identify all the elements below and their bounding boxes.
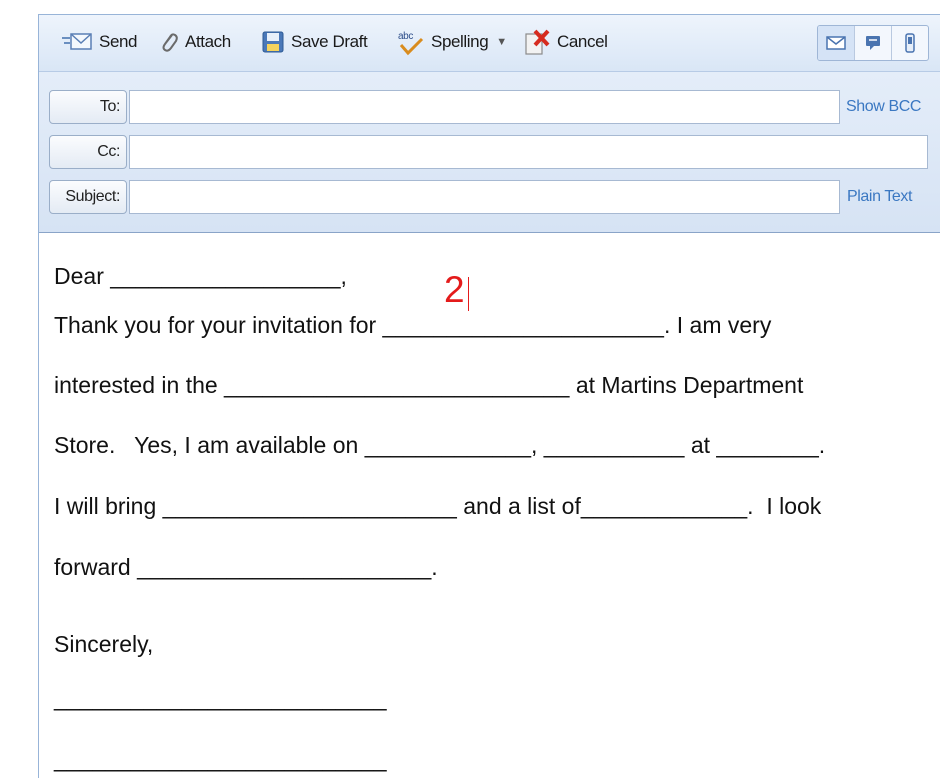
body-line: forward _______________________. bbox=[54, 554, 438, 580]
spelling-button[interactable]: abc Spelling ▼ bbox=[397, 27, 507, 57]
attach-label: Attach bbox=[185, 32, 231, 51]
show-bcc-link[interactable]: Show BCC bbox=[846, 98, 921, 116]
body-line: interested in the ______________________… bbox=[54, 372, 804, 398]
message-body[interactable]: Dear __________________, 2 Thank you for… bbox=[39, 233, 940, 778]
body-line: Thank you for your invitation for ______… bbox=[54, 312, 772, 338]
save-draft-label: Save Draft bbox=[291, 32, 368, 51]
send-icon bbox=[62, 33, 92, 50]
compose-toolbar: Send Attach Save Draft abc Spelling ▼ Ca… bbox=[39, 15, 940, 72]
cancel-label: Cancel bbox=[557, 32, 608, 51]
view-switcher bbox=[817, 25, 929, 61]
cancel-button[interactable]: Cancel bbox=[523, 27, 608, 57]
chevron-down-icon: ▼ bbox=[496, 36, 507, 48]
svg-text:abc: abc bbox=[398, 31, 413, 42]
signature-line: __________________________ bbox=[54, 685, 387, 711]
send-button[interactable]: Send bbox=[61, 27, 138, 57]
paperclip-icon bbox=[162, 33, 178, 52]
floppy-disk-icon bbox=[262, 31, 284, 53]
attach-button[interactable]: Attach bbox=[159, 27, 231, 57]
send-label: Send bbox=[99, 32, 138, 51]
cc-field[interactable] bbox=[129, 135, 928, 169]
body-line: Dear __________________, bbox=[54, 263, 347, 289]
compose-window: Send Attach Save Draft abc Spelling ▼ Ca… bbox=[38, 14, 940, 778]
body-line: I will bring _______________________ and… bbox=[54, 493, 822, 519]
address-header: To: Show BCC Cc: Subject: Plain Text bbox=[39, 72, 940, 233]
popup-icon bbox=[866, 36, 880, 50]
view-button-phone[interactable] bbox=[892, 26, 928, 60]
phone-icon bbox=[905, 33, 915, 53]
signoff-text: Sincerely, bbox=[54, 631, 154, 657]
to-button[interactable]: To: bbox=[49, 90, 127, 124]
envelope-icon bbox=[826, 36, 846, 50]
spelling-label: Spelling bbox=[431, 32, 489, 51]
save-draft-button[interactable]: Save Draft bbox=[261, 27, 368, 57]
plain-text-link[interactable]: Plain Text bbox=[847, 188, 912, 206]
view-button-envelope[interactable] bbox=[818, 26, 855, 60]
spell-check-icon: abc bbox=[398, 31, 424, 56]
body-line: Store. Yes, I am available on __________… bbox=[54, 432, 826, 458]
cc-button[interactable]: Cc: bbox=[49, 135, 127, 169]
annotation-marker: 2 bbox=[444, 269, 465, 310]
text-cursor bbox=[468, 277, 469, 311]
cancel-icon bbox=[525, 29, 550, 55]
signature-line: __________________________ bbox=[54, 746, 387, 772]
to-field[interactable] bbox=[129, 90, 840, 124]
subject-button[interactable]: Subject: bbox=[49, 180, 127, 214]
subject-field[interactable] bbox=[129, 180, 840, 214]
view-button-popup[interactable] bbox=[855, 26, 892, 60]
